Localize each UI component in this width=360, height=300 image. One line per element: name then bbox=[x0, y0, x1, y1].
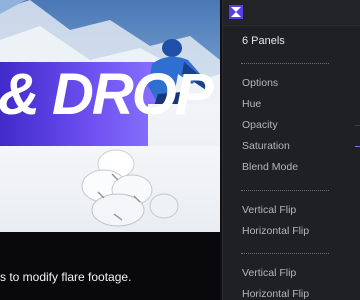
menu-item-hue[interactable]: Hue bbox=[242, 98, 261, 110]
menu-item-vertical-flip-2[interactable]: Vertical Flip bbox=[242, 267, 296, 279]
panels-count-label: 6 Panels bbox=[242, 35, 285, 47]
menu-item-blend-mode[interactable]: Blend Mode bbox=[242, 161, 298, 173]
menu-item-saturation[interactable]: Saturation bbox=[242, 140, 290, 152]
panel-logo-icon[interactable] bbox=[229, 5, 243, 19]
panel-header bbox=[223, 0, 360, 24]
menu-item-horizontal-flip[interactable]: Horizontal Flip bbox=[242, 225, 309, 237]
banner-title-text: & DROP bbox=[0, 62, 214, 127]
header-divider bbox=[223, 25, 360, 26]
menu-item-vertical-flip[interactable]: Vertical Flip bbox=[242, 204, 296, 216]
caption-text: s to modify flare footage. bbox=[0, 270, 132, 284]
separator bbox=[241, 253, 329, 254]
menu-item-options[interactable]: Options bbox=[242, 77, 278, 89]
snow-tree bbox=[81, 149, 179, 227]
saturation-marker bbox=[355, 146, 360, 147]
separator bbox=[241, 190, 329, 191]
separator bbox=[241, 63, 329, 64]
menu-item-opacity[interactable]: Opacity bbox=[242, 119, 278, 131]
settings-panel: 6 Panels Options Hue Opacity Saturation … bbox=[222, 0, 360, 300]
caption-strip bbox=[0, 232, 220, 300]
opacity-marker bbox=[355, 125, 360, 126]
menu-item-horizontal-flip-2[interactable]: Horizontal Flip bbox=[242, 288, 309, 300]
video-preview: & DROP bbox=[0, 0, 220, 232]
